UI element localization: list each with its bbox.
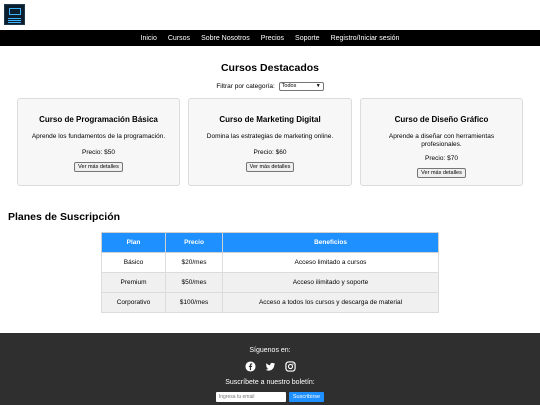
course-details-button[interactable]: Ver más detalles — [74, 162, 123, 172]
table-row: Premium $50/mes Acceso ilimitado y sopor… — [101, 272, 439, 293]
table-cell: Premium — [101, 272, 166, 293]
course-title: Curso de Programación Básica — [39, 115, 158, 124]
twitter-icon[interactable] — [265, 361, 276, 372]
subscribe-button[interactable]: Suscribirse — [288, 392, 325, 402]
table-cell: $20/mes — [165, 252, 223, 273]
table-header-row: Plan Precio Beneficios — [101, 232, 439, 253]
logo-line — [8, 18, 21, 19]
email-input[interactable]: Ingresa tu email — [215, 392, 286, 402]
table-row: Básico $20/mes Acceso limitado a cursos — [101, 252, 439, 273]
top-bar — [0, 0, 540, 30]
courses-title: Cursos Destacados — [220, 62, 320, 74]
nav-precios[interactable]: Precios — [261, 35, 284, 42]
table-cell: Básico — [101, 252, 166, 273]
newsletter-form: Ingresa tu email Suscribirse — [0, 392, 540, 402]
logo-line — [8, 22, 21, 23]
table-cell: Acceso limitado a cursos — [222, 252, 439, 273]
table-cell: Acceso ilimitado y soporte — [222, 272, 439, 293]
logo-screen-shape — [9, 8, 21, 15]
table-cell: Corporativo — [101, 292, 166, 313]
course-description: Aprende los fundamentos de la programaci… — [31, 133, 166, 140]
course-details-button[interactable]: Ver más detalles — [417, 168, 466, 178]
category-select[interactable]: Todos ▼ — [278, 82, 324, 91]
table-row: Corporativo $100/mes Acceso a todos los … — [101, 292, 439, 313]
category-select-value: Todos — [281, 83, 297, 89]
course-card: Curso de Marketing Digital Domina las es… — [188, 98, 352, 186]
site-footer: Síguenos en: Suscríbete a nuestro boletí… — [0, 333, 540, 405]
nav-soporte[interactable]: Soporte — [295, 35, 320, 42]
course-card: Curso de Programación Básica Aprende los… — [17, 98, 180, 186]
course-price: Precio: $50 — [82, 149, 115, 156]
category-filter: Filtrar por categoría: Todos ▼ — [0, 82, 540, 91]
facebook-icon[interactable] — [244, 361, 256, 372]
nav-cursos[interactable]: Cursos — [168, 35, 190, 42]
table-cell: $50/mes — [165, 272, 223, 293]
chevron-down-icon: ▼ — [315, 83, 321, 89]
course-description: Domina las estrategias de marketing onli… — [206, 133, 334, 140]
follow-label: Síguenos en: — [249, 347, 291, 354]
table-cell: Acceso a todos los cursos y descarga de … — [222, 292, 439, 313]
course-price: Precio: $60 — [253, 149, 287, 156]
filter-label: Filtrar por categoría: — [216, 83, 275, 91]
table-cell: $100/mes — [165, 292, 223, 313]
nav-registro[interactable]: Registro/Iniciar sesión — [331, 35, 400, 42]
logo-line — [8, 20, 21, 21]
site-logo[interactable] — [4, 4, 25, 25]
instagram-icon[interactable] — [284, 361, 296, 372]
course-price: Precio: $70 — [425, 155, 458, 162]
social-links — [0, 361, 540, 372]
course-details-button[interactable]: Ver más detalles — [245, 162, 295, 172]
plans-title: Planes de Suscripción — [8, 211, 121, 223]
course-title: Curso de Diseño Gráfico — [394, 115, 489, 124]
main-nav: Inicio Cursos Sobre Nosotros Precios Sop… — [0, 30, 540, 46]
nav-inicio[interactable]: Inicio — [141, 35, 157, 42]
course-description: Aprende a diseñar con herramientas profe… — [388, 133, 495, 148]
course-title: Curso de Marketing Digital — [219, 115, 321, 124]
newsletter-label: Suscríbete a nuestro boletín: — [225, 379, 315, 386]
nav-sobre-nosotros[interactable]: Sobre Nosotros — [201, 35, 250, 42]
course-card: Curso de Diseño Gráfico Aprende a diseña… — [360, 98, 523, 186]
column-header: Precio — [165, 232, 223, 253]
plans-table: Plan Precio Beneficios Básico $20/mes Ac… — [101, 232, 439, 313]
column-header: Beneficios — [222, 232, 439, 253]
column-header: Plan — [101, 232, 166, 253]
